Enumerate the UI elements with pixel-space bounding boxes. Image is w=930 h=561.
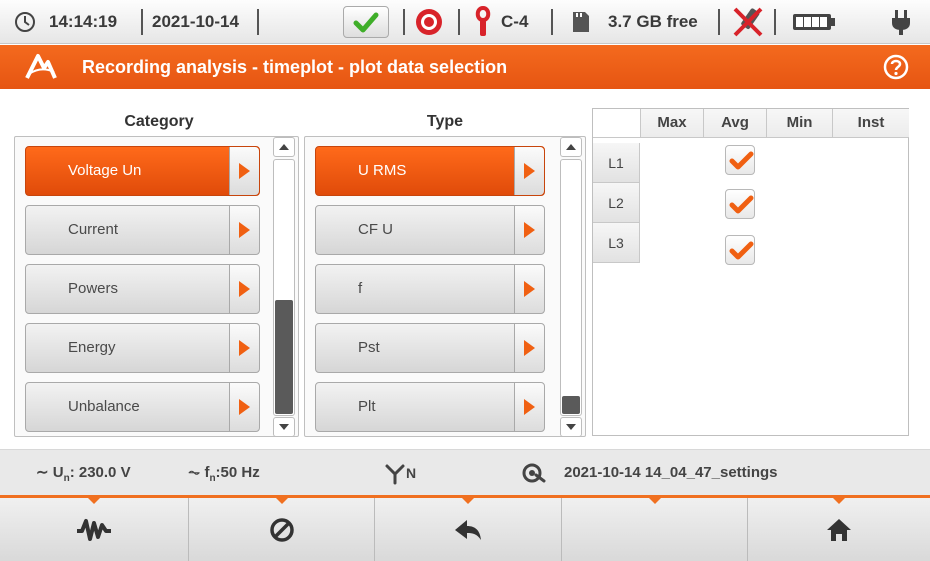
expand-arrow-icon [229, 383, 259, 431]
settings-file-name: 2021-10-14 14_04_47_settings [564, 464, 778, 481]
checkmark-icon [729, 241, 754, 260]
expand-arrow-icon [514, 147, 544, 195]
scroll-down-button[interactable] [273, 417, 295, 437]
empty-function-button[interactable] [562, 497, 748, 561]
waveform-button[interactable] [0, 497, 189, 561]
category-header: Category [124, 113, 194, 130]
type-item-plt[interactable]: Plt [315, 382, 545, 432]
parameter-table: Max Avg Min Inst L1 L2 L3 [592, 108, 909, 436]
battery-icon [792, 0, 836, 44]
checkmark-icon [729, 195, 754, 214]
type-item-label: Plt [358, 398, 376, 415]
info-bar: ∼ Un: 230.0 V ⏦ fn:50 Hz N 2021-10-14 14… [0, 449, 930, 495]
expand-arrow-icon [514, 265, 544, 313]
category-item-energy[interactable]: Energy [25, 323, 260, 373]
sine-wave-icon: ∼ [36, 464, 49, 481]
expand-arrow-icon [229, 265, 259, 313]
pulse-icon: ⏦ [188, 464, 201, 481]
category-item-label: Voltage Un [68, 162, 142, 179]
category-scrollbar[interactable] [273, 159, 295, 416]
expand-arrow-icon [229, 147, 259, 195]
type-item-pst[interactable]: Pst [315, 323, 545, 373]
usb-disabled-icon [731, 0, 765, 44]
scroll-down-button[interactable] [560, 417, 582, 437]
expand-arrow-icon [514, 206, 544, 254]
type-list: U RMS CF U f Pst Plt [304, 136, 586, 437]
category-item-label: Unbalance [68, 398, 140, 415]
category-item-label: Energy [68, 339, 116, 356]
type-header: Type [426, 113, 464, 130]
column-avg: Avg [703, 109, 766, 137]
expand-arrow-icon [229, 206, 259, 254]
category-item-current[interactable]: Current [25, 205, 260, 255]
column-min: Min [766, 109, 832, 137]
status-time: 14:14:19 [49, 12, 118, 31]
category-item-voltage[interactable]: Voltage Un [25, 146, 260, 196]
checkmark-icon [343, 6, 389, 38]
network-type: N [384, 450, 416, 496]
status-ok-indicator[interactable] [343, 0, 389, 44]
row-label-l2: L2 [593, 183, 640, 223]
help-icon[interactable] [883, 54, 909, 85]
home-icon [827, 518, 851, 541]
waveform-icon [77, 518, 111, 541]
nominal-voltage: ∼ Un: 230.0 V [36, 464, 131, 484]
column-max: Max [640, 109, 703, 137]
category-list: Voltage Un Current Powers Energy Unbalan… [14, 136, 299, 437]
status-date: 2021-10-14 [152, 12, 239, 31]
scrollbar-thumb[interactable] [275, 300, 293, 414]
category-item-label: Powers [68, 280, 119, 297]
cancel-button[interactable] [189, 497, 375, 561]
network-star-icon [385, 464, 405, 485]
category-item-label: Current [68, 221, 119, 238]
type-scrollbar[interactable] [560, 159, 582, 416]
clamp-label: C-4 [501, 12, 529, 31]
sd-card-icon [571, 0, 591, 44]
nominal-frequency: ⏦ fn:50 Hz [188, 464, 260, 484]
type-item-cfu[interactable]: CF U [315, 205, 545, 255]
checkbox-l2-avg[interactable] [725, 189, 755, 219]
scroll-up-button[interactable] [273, 137, 295, 157]
category-item-powers[interactable]: Powers [25, 264, 260, 314]
expand-arrow-icon [229, 324, 259, 372]
clock-icon [14, 0, 36, 44]
memory-free: 3.7 GB free [608, 12, 698, 31]
clamp-icon [475, 0, 491, 44]
expand-arrow-icon [514, 324, 544, 372]
checkbox-l1-avg[interactable] [725, 145, 755, 175]
column-inst: Inst [832, 109, 909, 137]
type-item-f[interactable]: f [315, 264, 545, 314]
record-icon[interactable] [414, 0, 444, 44]
app-logo-icon [24, 52, 58, 87]
type-item-label: f [358, 280, 363, 297]
scroll-up-button[interactable] [560, 137, 582, 157]
settings-icon [522, 450, 546, 496]
status-bar: 14:14:19 2021-10-14 C-4 3.7 GB free [0, 0, 930, 44]
type-item-label: U RMS [358, 162, 407, 179]
type-item-label: CF U [358, 221, 393, 238]
plug-icon [890, 0, 912, 44]
row-label-l1: L1 [593, 143, 640, 183]
back-button[interactable] [375, 497, 562, 561]
page-title: Recording analysis - timeplot - plot dat… [82, 57, 508, 77]
scrollbar-thumb[interactable] [562, 396, 580, 414]
row-label-l3: L3 [593, 223, 640, 263]
type-item-urms[interactable]: U RMS [315, 146, 545, 196]
checkmark-icon [729, 151, 754, 170]
title-bar: Recording analysis - timeplot - plot dat… [0, 45, 930, 89]
bottom-toolbar [0, 495, 930, 561]
expand-arrow-icon [514, 383, 544, 431]
type-item-label: Pst [358, 339, 380, 356]
checkbox-l3-avg[interactable] [725, 235, 755, 265]
cancel-icon [269, 517, 294, 542]
back-icon [455, 519, 481, 540]
category-item-unbalance[interactable]: Unbalance [25, 382, 260, 432]
home-button[interactable] [748, 497, 930, 561]
